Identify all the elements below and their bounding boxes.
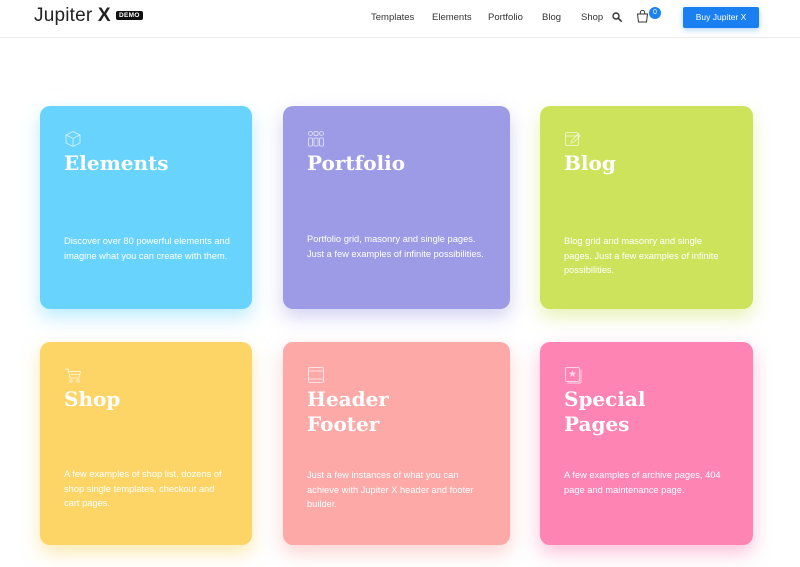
card-description: Discover over 80 powerful elements and i… xyxy=(64,236,230,261)
card-shop[interactable]: Shop A few examples of shop list, dozens… xyxy=(40,342,252,545)
cart-icon[interactable] xyxy=(636,10,649,23)
card-header-footer[interactable]: Header Footer Just a few instances of wh… xyxy=(283,342,510,545)
card-title: Elements xyxy=(64,151,169,175)
card-title: Header Footer xyxy=(307,387,389,436)
card-title: Shop xyxy=(64,387,121,411)
card-portfolio[interactable]: Portfolio Portfolio grid, masonry and si… xyxy=(283,106,510,309)
nav-templates-link[interactable]: Templates xyxy=(371,12,414,23)
card-title: Portfolio xyxy=(307,151,406,175)
demo-badge: DEMO xyxy=(116,11,143,20)
nav-shop-link[interactable]: Shop xyxy=(581,12,603,23)
layout-icon xyxy=(308,367,324,383)
nav-blog-link[interactable]: Blog xyxy=(542,12,561,23)
nav-shop[interactable]: Shop xyxy=(581,12,603,23)
site-header: Jupiter X DEMO Templates Elements Portfo… xyxy=(0,0,800,38)
star-page-icon xyxy=(565,367,582,384)
card-blog[interactable]: Blog Blog grid and masonry and single pa… xyxy=(540,106,753,309)
logo-x: X xyxy=(97,5,111,26)
nav-templates[interactable]: Templates xyxy=(371,12,414,23)
cart-count-badge: 0 xyxy=(649,7,661,19)
card-elements[interactable]: Elements Discover over 80 powerful eleme… xyxy=(40,106,252,309)
cart-icon xyxy=(65,368,82,383)
card-title: Blog xyxy=(564,151,616,175)
card-special-pages[interactable]: Special Pages A few examples of archive … xyxy=(540,342,753,545)
card-description: A few examples of shop list, dozens of s… xyxy=(64,469,222,508)
logo-text: Jupiter xyxy=(34,5,93,26)
card-description: Just a few instances of what you can ach… xyxy=(307,470,474,509)
card-title: Special Pages xyxy=(564,387,646,436)
cube-icon xyxy=(65,130,81,148)
nav-elements[interactable]: Elements xyxy=(432,12,472,23)
nav-portfolio-link[interactable]: Portfolio xyxy=(488,12,523,23)
nav-elements-link[interactable]: Elements xyxy=(432,12,472,23)
grid-icon xyxy=(308,131,324,147)
nav-portfolio[interactable]: Portfolio xyxy=(488,12,523,23)
card-description: Portfolio grid, masonry and single pages… xyxy=(307,234,484,259)
card-description: Blog grid and masonry and single pages. … xyxy=(564,236,719,275)
card-description: A few examples of archive pages, 404 pag… xyxy=(564,470,721,495)
buy-jupiter-x-button[interactable]: Buy Jupiter X xyxy=(683,7,759,28)
nav-blog[interactable]: Blog xyxy=(542,12,561,23)
edit-icon xyxy=(565,132,581,146)
logo[interactable]: Jupiter X xyxy=(34,5,111,27)
search-icon[interactable] xyxy=(612,12,622,22)
